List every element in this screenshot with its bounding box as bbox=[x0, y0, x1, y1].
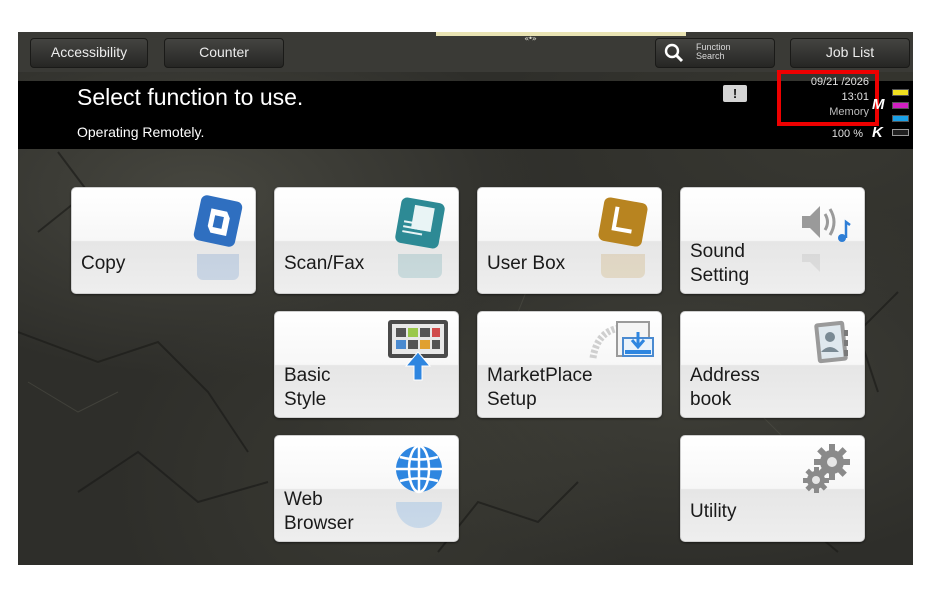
basic-style-line2: Style bbox=[284, 389, 327, 410]
globe-icon-reflection bbox=[390, 502, 448, 532]
function-search-label: Function Search bbox=[696, 43, 776, 61]
address-book-label: Address book bbox=[690, 364, 760, 412]
time-display: 13:01 bbox=[841, 91, 869, 103]
drag-handle-icon[interactable]: «•» bbox=[510, 34, 550, 44]
web-browser-line1: Web bbox=[284, 489, 323, 510]
toner-cyan-level bbox=[892, 115, 909, 122]
web-browser-label: Web Browser bbox=[284, 488, 354, 536]
memory-percent: 100 % bbox=[831, 128, 863, 140]
scan-fax-label: Scan/Fax bbox=[284, 253, 365, 274]
marketplace-setup-label: MarketPlace Setup bbox=[487, 364, 593, 412]
basic-style-icon bbox=[386, 318, 450, 381]
datetime-highlight: 09/21 /2026 13:01 Memory bbox=[777, 70, 879, 126]
sound-setting-line2: Setting bbox=[690, 265, 750, 286]
device-panel: «•» Accessibility Counter Function Searc… bbox=[18, 32, 913, 565]
scan-fax-icon-reflection bbox=[390, 254, 448, 284]
function-search-line2: Search bbox=[696, 51, 725, 61]
copy-icon-reflection bbox=[187, 254, 245, 284]
sound-setting-button[interactable]: Sound Setting bbox=[680, 187, 865, 294]
top-tab-strip bbox=[18, 32, 913, 72]
sound-setting-line1: Sound bbox=[690, 241, 745, 262]
scan-fax-icon bbox=[390, 194, 448, 252]
copy-label: Copy bbox=[81, 253, 126, 274]
toner-magenta-letter: M bbox=[872, 96, 885, 113]
address-book-line2: book bbox=[690, 389, 732, 410]
accessibility-tab[interactable]: Accessibility bbox=[30, 38, 148, 68]
user-box-icon bbox=[593, 194, 651, 252]
alert-icon[interactable]: ! bbox=[723, 85, 747, 102]
speaker-icon bbox=[796, 194, 854, 252]
marketplace-setup-line2: Setup bbox=[487, 389, 537, 410]
user-box-label: User Box bbox=[487, 253, 566, 274]
toner-black-level bbox=[892, 129, 909, 136]
job-list-tab[interactable]: Job List bbox=[790, 38, 910, 68]
copy-icon bbox=[187, 194, 245, 252]
date-display: 09/21 /2026 bbox=[810, 76, 869, 88]
status-message: Operating Remotely. bbox=[77, 124, 205, 140]
function-search-button[interactable]: Function Search bbox=[655, 38, 775, 68]
memory-label: Memory bbox=[829, 106, 869, 117]
sound-setting-label: Sound Setting bbox=[690, 240, 749, 288]
address-book-icon bbox=[796, 318, 854, 376]
scan-fax-button[interactable]: Scan/Fax bbox=[274, 187, 459, 294]
basic-style-button[interactable]: Basic Style bbox=[274, 311, 459, 418]
marketplace-setup-button[interactable]: MarketPlace Setup bbox=[477, 311, 662, 418]
user-box-button[interactable]: User Box bbox=[477, 187, 662, 294]
gear-icon bbox=[796, 442, 854, 500]
toner-black-letter: K bbox=[872, 124, 883, 141]
copy-button[interactable]: Copy bbox=[71, 187, 256, 294]
page-title: Select function to use. bbox=[77, 84, 304, 110]
basic-style-line1: Basic bbox=[284, 365, 331, 386]
counter-tab[interactable]: Counter bbox=[164, 38, 284, 68]
search-icon bbox=[664, 43, 684, 63]
utility-button[interactable]: Utility bbox=[680, 435, 865, 542]
address-book-line1: Address bbox=[690, 365, 760, 386]
toner-yellow-level bbox=[892, 89, 909, 96]
address-book-button[interactable]: Address book bbox=[680, 311, 865, 418]
speaker-icon-reflection bbox=[796, 254, 854, 284]
drag-handle-bar[interactable] bbox=[436, 32, 686, 36]
globe-icon bbox=[390, 442, 448, 500]
web-browser-button[interactable]: Web Browser bbox=[274, 435, 459, 542]
basic-style-label: Basic Style bbox=[284, 364, 330, 412]
marketplace-icon bbox=[589, 318, 655, 376]
utility-label: Utility bbox=[690, 501, 737, 522]
marketplace-setup-line1: MarketPlace bbox=[487, 365, 593, 386]
web-browser-line2: Browser bbox=[284, 513, 354, 534]
toner-magenta-level bbox=[892, 102, 909, 109]
user-box-icon-reflection bbox=[593, 254, 651, 284]
message-header: Select function to use. Operating Remote… bbox=[18, 70, 913, 149]
